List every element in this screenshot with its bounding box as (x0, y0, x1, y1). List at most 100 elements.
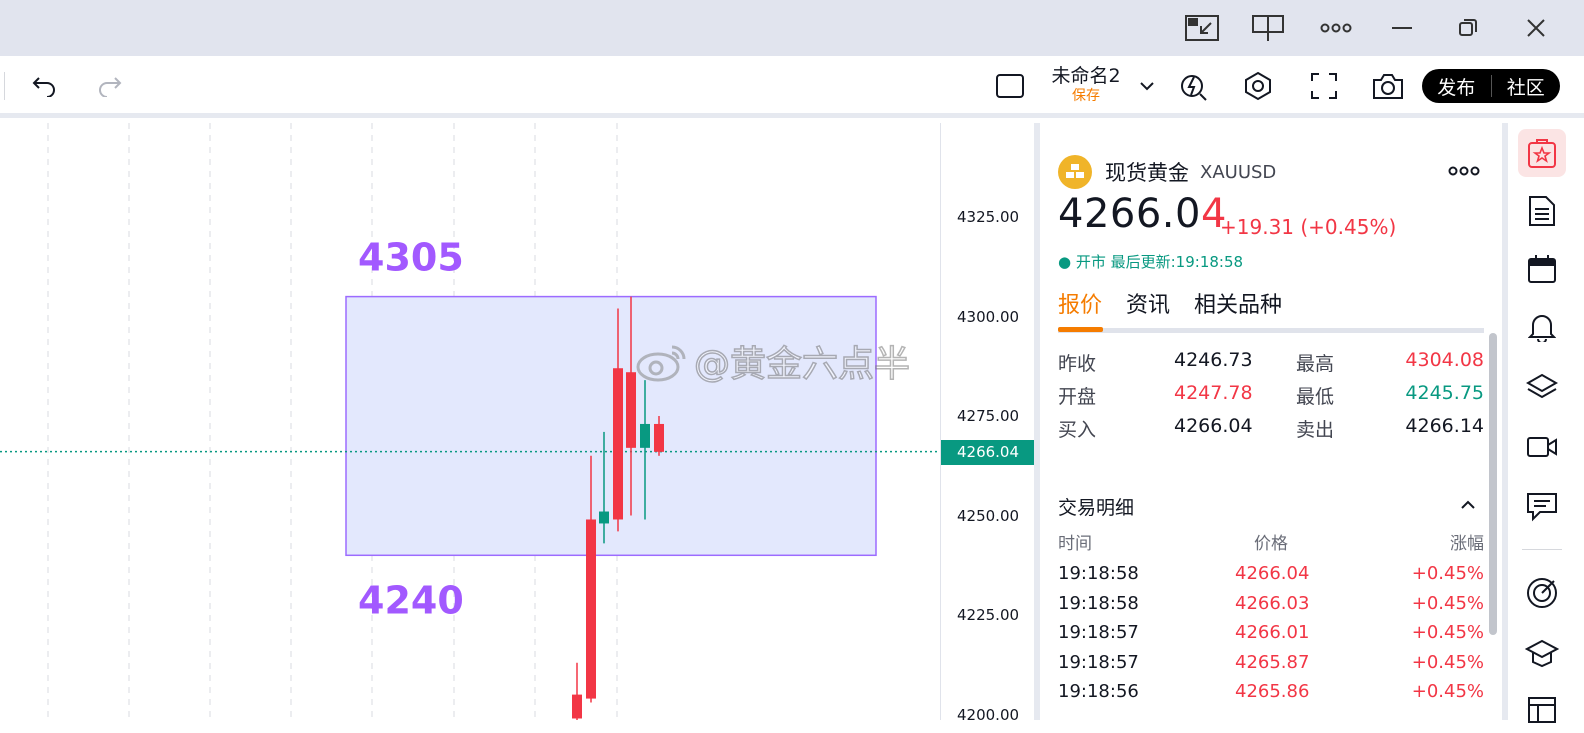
axis-tick-label: 4325.00 (957, 208, 1020, 226)
toolbar-divider (4, 72, 5, 100)
candle (572, 662, 582, 720)
watermark-text: @黄金六点半 (693, 343, 911, 386)
quote-grid: 昨收 4246.73 最高 4304.08 开盘 4247.78 最低 4245… (1058, 349, 1484, 448)
quote-value: 4304.08 (1405, 349, 1484, 371)
quote-value: 4245.75 (1405, 382, 1484, 404)
trade-details-title: 交易明细 (1058, 497, 1135, 519)
quote-value: 4266.04 (1174, 415, 1253, 437)
restore-icon[interactable] (1448, 8, 1488, 48)
layout-square-icon[interactable] (990, 66, 1030, 106)
chevron-down-icon[interactable] (1134, 66, 1160, 106)
quote-label: 卖出 (1296, 419, 1335, 441)
title-bar (0, 0, 1584, 56)
col-change: 涨幅 (1450, 534, 1484, 554)
chart-pane[interactable]: 4305 4240 @黄金六点半 (0, 123, 942, 720)
pip-icon[interactable] (1182, 8, 1222, 48)
price-axis[interactable]: 4266.04 4325.00 4300.00 4275.00 4250.00 4225… (940, 123, 1035, 724)
layout-name: 未命名2 (1051, 65, 1121, 87)
community-button[interactable]: 社区 (1492, 69, 1561, 103)
close-icon[interactable] (1516, 8, 1556, 48)
calendar-icon[interactable] (1518, 245, 1566, 293)
panel-tabs: 报价 资讯 相关品种 (1058, 287, 1484, 333)
layout-split-icon[interactable] (1248, 8, 1288, 48)
quote-value: 4266.14 (1405, 415, 1484, 437)
quote-value: 4247.78 (1174, 382, 1253, 404)
trade-table-header: 时间 价格 涨幅 (1058, 529, 1484, 555)
axis-tick-label: 4300.00 (957, 307, 1020, 326)
quote-label: 开盘 (1058, 386, 1097, 408)
chat-icon[interactable] (1518, 483, 1566, 531)
sidebar-divider (1522, 549, 1562, 550)
active-tab-indicator (1058, 327, 1103, 332)
axis-tick-label: 4275.00 (957, 407, 1020, 425)
market-status: ● 开市 最后更新:19:18:58 (1058, 253, 1244, 271)
undo-icon[interactable] (26, 66, 62, 106)
box-lower-label: 4240 (358, 578, 464, 622)
candle-body (572, 694, 582, 719)
education-cap-icon[interactable] (1518, 629, 1566, 677)
symbol-details-panel: 现货黄金 XAUUSD 4266.04 +19.31 (+0.45%) ● 开市… (1040, 127, 1502, 720)
quote-label: 最高 (1296, 353, 1335, 375)
alert-bell-icon[interactable] (1518, 303, 1566, 351)
fullscreen-icon[interactable] (1304, 66, 1344, 106)
watchlist-icon[interactable] (1518, 129, 1566, 177)
settings-icon[interactable] (1238, 66, 1278, 106)
chart-toolbar: 未命名2 保存 发布 社区 (0, 56, 1584, 118)
document-icon[interactable] (1518, 187, 1566, 235)
tab-news[interactable]: 资讯 (1126, 287, 1170, 319)
quote-value: 4246.73 (1174, 349, 1253, 371)
candle-body (586, 519, 596, 699)
quick-search-icon[interactable] (1174, 66, 1214, 106)
table-row: 19:18:56 4265.86 +0.45% (1058, 681, 1484, 703)
col-price: 价格 (1254, 534, 1288, 554)
last-price-main: 4266.0 (1058, 191, 1201, 237)
table-row: 19:18:58 4266.03 +0.45% (1058, 592, 1484, 614)
chevron-up-icon[interactable] (1460, 495, 1476, 514)
redo-icon[interactable] (92, 66, 128, 106)
symbol-name: 现货黄金 (1105, 161, 1189, 185)
current-price-tag: 4266.04 (941, 439, 1035, 465)
axis-tick-label: 4200.00 (957, 705, 1020, 724)
col-time: 时间 (1058, 534, 1092, 554)
quote-label: 最低 (1296, 386, 1335, 408)
tab-quote[interactable]: 报价 (1058, 287, 1102, 319)
table-row: 19:18:57 4266.01 +0.45% (1058, 622, 1484, 644)
candle-body (640, 423, 650, 448)
symbol-code: XAUUSD (1200, 161, 1277, 183)
publish-button[interactable]: 发布 (1422, 69, 1491, 103)
trade-table: 19:18:58 4266.04 +0.45% 19:18:58 4266.03 +0.… (1058, 563, 1484, 711)
weibo-icon (636, 345, 686, 382)
last-price: 4266.04 (1058, 191, 1227, 237)
table-row: 19:18:58 4266.04 +0.45% (1058, 563, 1484, 584)
tab-related[interactable]: 相关品种 (1194, 287, 1282, 319)
quote-row: 昨收 4246.73 最高 4304.08 (1058, 349, 1484, 382)
gold-bars-icon (1058, 155, 1092, 189)
symbol-header: 现货黄金 XAUUSD (1058, 155, 1276, 189)
candle-body (613, 368, 623, 520)
axis-tick-label: 4225.00 (957, 606, 1020, 624)
minimize-icon[interactable] (1382, 8, 1422, 48)
quote-label: 昨收 (1058, 353, 1097, 375)
panel-scrollbar[interactable] (1489, 333, 1497, 635)
price-change: +19.31 (+0.45%) (1220, 215, 1397, 239)
candle-body (654, 423, 664, 452)
right-sidebar (1502, 123, 1584, 723)
box-upper-label: 4305 (358, 236, 464, 280)
candle-body (599, 511, 609, 524)
layout-name-button[interactable]: 未命名2 保存 (1046, 64, 1126, 104)
video-icon[interactable] (1518, 423, 1566, 471)
candlestick-chart: 4305 4240 (0, 123, 942, 720)
target-icon[interactable] (1518, 569, 1566, 617)
table-icon[interactable] (1518, 685, 1566, 733)
quote-label: 买入 (1058, 419, 1097, 441)
watermark: @黄金六点半 (634, 335, 911, 387)
axis-tick-label: 4250.00 (957, 506, 1020, 525)
quote-row: 买入 4266.04 卖出 4266.14 (1058, 415, 1484, 448)
save-status: 保存 (1072, 88, 1100, 104)
camera-icon[interactable] (1368, 66, 1408, 106)
table-row: 19:18:57 4265.87 +0.45% (1058, 651, 1484, 673)
more-icon[interactable] (1448, 161, 1480, 180)
layers-icon[interactable] (1518, 363, 1566, 411)
publish-community-group: 发布 社区 (1422, 69, 1560, 103)
more-icon[interactable] (1316, 8, 1356, 48)
